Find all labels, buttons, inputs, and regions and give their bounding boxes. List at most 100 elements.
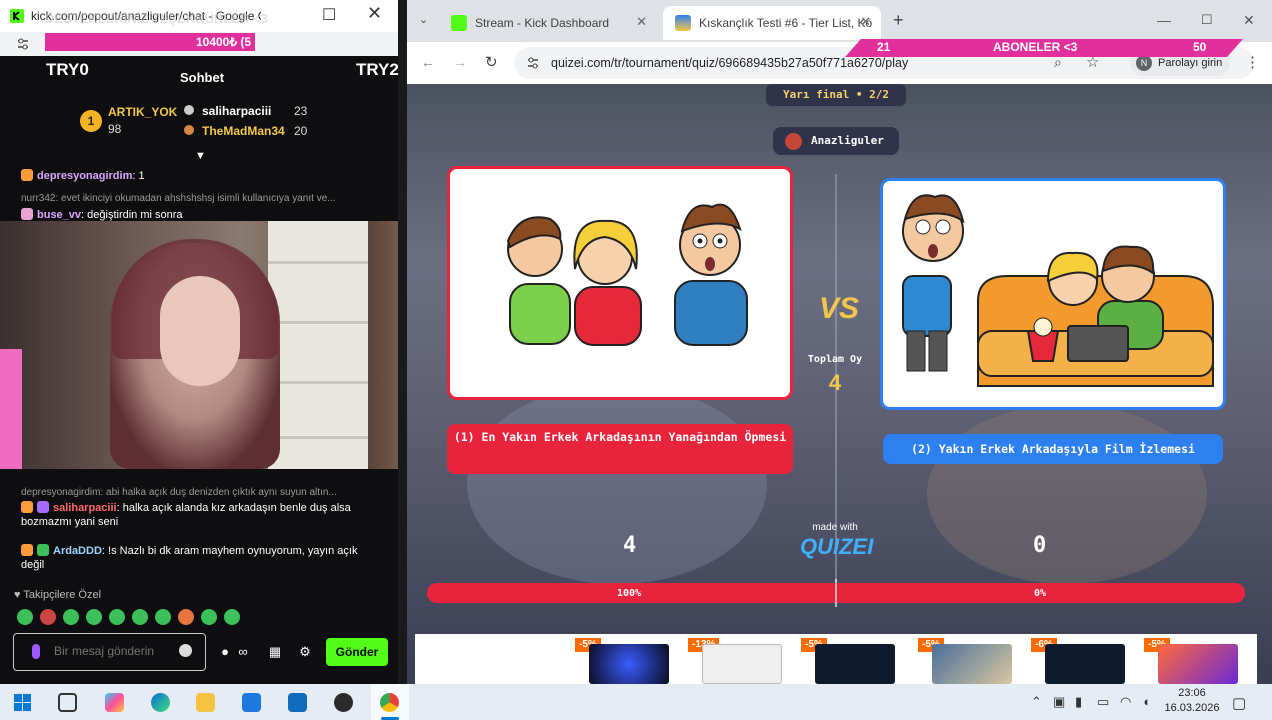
chat-username[interactable]: depresyonagirdim — [37, 170, 132, 182]
tab-strip: ⌄ Stream - Kick Dashboard ✕ Kıskançlık T… — [407, 0, 1272, 42]
system-clock[interactable]: 23:06 16.03.2026 — [1163, 686, 1221, 716]
leader-top-user[interactable]: ARTIK_YOK — [108, 105, 177, 119]
password-button-label: Parolayı girin — [1158, 57, 1223, 69]
quizei-favicon-icon — [675, 15, 691, 31]
emoji-picker-icon[interactable] — [179, 644, 192, 657]
obs-icon[interactable] — [334, 693, 353, 712]
tray-overflow-icon[interactable]: ⌃ — [1031, 694, 1042, 710]
emote-icon[interactable] — [86, 609, 102, 625]
copilot-icon[interactable] — [105, 693, 124, 712]
close-tab-icon[interactable]: ✕ — [860, 14, 871, 30]
emote-icon[interactable] — [178, 609, 194, 625]
infinity-icon[interactable]: ∞ — [236, 645, 250, 659]
url-text[interactable]: quizei.com/tr/tournament/quiz/696689435b… — [551, 56, 908, 70]
emote-icon — [21, 544, 33, 556]
edge-icon[interactable] — [151, 693, 170, 712]
product-image — [589, 644, 669, 684]
minimize-icon[interactable]: — — [1157, 12, 1171, 28]
emote-icon[interactable] — [201, 609, 217, 625]
maximize-icon[interactable]: ☐ — [322, 5, 336, 25]
creator-badge[interactable]: Anazliguler — [773, 127, 899, 155]
outlook-icon[interactable] — [288, 693, 307, 712]
chat-username[interactable]: buse_vv — [37, 209, 81, 221]
microphone-tray-icon[interactable]: ▮ — [1075, 694, 1082, 710]
expand-chevron-icon[interactable]: ▼ — [195, 150, 206, 162]
tray-app-icon[interactable]: ▣ — [1053, 694, 1065, 710]
wifi-icon[interactable]: ◠ — [1120, 694, 1131, 710]
ad-item[interactable]: -6% — [1031, 638, 1125, 684]
back-icon[interactable]: ← — [421, 54, 435, 70]
quizei-logo[interactable]: QUIZEI — [800, 534, 873, 560]
ad-item[interactable]: -5% — [575, 638, 669, 684]
new-tab-icon[interactable]: + — [893, 10, 904, 31]
chat-header-title: Sohbet — [180, 70, 225, 85]
leader-third-user[interactable]: TheMadMan34 — [202, 124, 285, 138]
chat-message-input[interactable] — [54, 644, 174, 658]
reload-icon[interactable]: ↻ — [485, 53, 498, 71]
ad-item[interactable]: -5% — [801, 638, 895, 684]
chat-input-box[interactable] — [13, 633, 206, 671]
microphone-icon[interactable] — [32, 644, 40, 659]
task-view-icon[interactable] — [58, 693, 77, 712]
tab-kick-dashboard[interactable]: Stream - Kick Dashboard ✕ — [439, 6, 657, 40]
notifications-icon[interactable]: ▢ — [1232, 694, 1246, 712]
quiz-page: Yarı final • 2/2 Anazliguler (1) En Yakı… — [407, 84, 1272, 684]
chat-message: saliharpaciii: halka açık alanda kız ark… — [21, 501, 381, 529]
emote-icon[interactable] — [224, 609, 240, 625]
send-button[interactable]: Gönder — [326, 638, 388, 666]
leader-second-user[interactable]: saliharpaciii — [202, 104, 271, 118]
settings-gear-icon[interactable]: ⚙ — [298, 645, 312, 659]
emote-icon[interactable] — [17, 609, 33, 625]
chrome-icon[interactable] — [380, 693, 399, 712]
creator-name: Anazliguler — [811, 134, 884, 147]
people-icon[interactable]: ● — [218, 645, 232, 659]
emote-icon[interactable] — [155, 609, 171, 625]
emote-icon — [21, 208, 33, 220]
tab-search-icon[interactable]: ⌄ — [419, 13, 428, 26]
chat-username[interactable]: ArdaDDD — [53, 545, 102, 557]
forward-icon[interactable]: → — [453, 54, 467, 70]
chat-message: ArdaDDD: !s Nazlı bi dk aram mayhem oynu… — [21, 544, 381, 572]
subscriber-goal-bar: 21 ABONELER <3 50 — [845, 39, 1243, 57]
made-with-label: made with — [812, 522, 858, 533]
close-tab-icon[interactable]: ✕ — [636, 14, 647, 30]
store-icon[interactable] — [242, 693, 261, 712]
option-right-card[interactable] — [880, 178, 1226, 410]
product-image — [932, 644, 1012, 684]
movie-couch-cartoon-illustration — [902, 194, 1214, 387]
emote-icon[interactable] — [40, 609, 56, 625]
ad-item[interactable]: -13% — [688, 638, 782, 684]
chat-username[interactable]: saliharpaciii — [53, 502, 117, 514]
creator-avatar-icon — [785, 133, 802, 150]
site-info-icon[interactable] — [526, 56, 540, 70]
close-window-icon[interactable]: ✕ — [1243, 12, 1255, 29]
store-icon[interactable]: ▦ — [268, 645, 282, 659]
clock-time: 23:06 — [1178, 687, 1206, 699]
chat-message: buse_vv: değiştirdin mi sonra — [21, 208, 381, 222]
ad-item[interactable]: -5% — [1144, 638, 1238, 684]
option-left-card[interactable] — [447, 166, 793, 400]
close-icon[interactable]: ✕ — [367, 3, 382, 24]
ad-item[interactable]: -5% — [918, 638, 1012, 684]
heart-icon: ♥ — [14, 589, 24, 601]
total-votes-label: Toplam Oy — [807, 354, 863, 365]
battery-icon[interactable]: ▭ — [1097, 694, 1109, 710]
chat-header: TRY0 Sohbet TRY2000 — [8, 56, 398, 96]
maximize-icon[interactable]: ☐ — [1201, 12, 1213, 28]
tab-quizei[interactable]: Kıskançlık Testi #6 - Tier List, Kö ✕ — [663, 6, 881, 40]
streamer-hand — [160, 276, 240, 386]
site-settings-icon[interactable] — [16, 37, 30, 51]
emote-icon[interactable] — [109, 609, 125, 625]
option-right-caption[interactable]: (2) Yakın Erkek Arkadaşıyla Film İzlemes… — [883, 434, 1223, 464]
option-left-caption[interactable]: (1) En Yakın Erkek Arkadaşının Yanağında… — [447, 424, 793, 474]
emote-icon[interactable] — [132, 609, 148, 625]
chat-text: : değiştirdin mi sonra — [81, 209, 183, 221]
leader-second-value: 23 — [294, 104, 308, 118]
file-explorer-icon[interactable] — [196, 693, 215, 712]
windows-icon[interactable] — [14, 694, 31, 711]
volume-icon[interactable]: ◖ — [1142, 694, 1150, 709]
emote-icon[interactable] — [63, 609, 79, 625]
clock-date: 16.03.2026 — [1164, 702, 1220, 714]
product-image — [815, 644, 895, 684]
menu-kebab-icon[interactable]: ⋮ — [1245, 53, 1260, 71]
